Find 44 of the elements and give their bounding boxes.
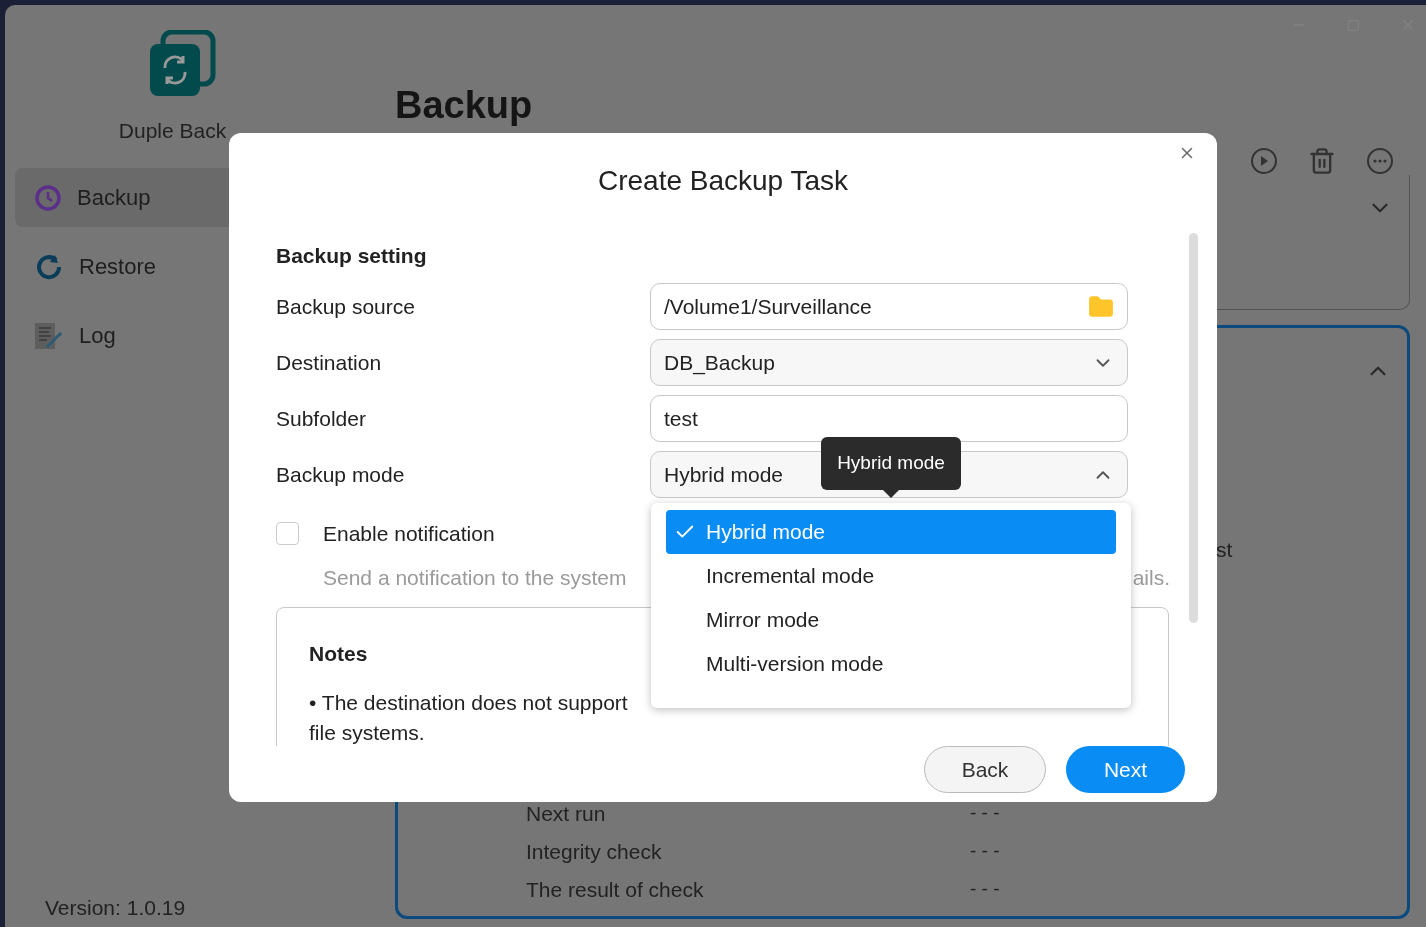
field-value: /Volume1/Surveillance: [664, 293, 872, 320]
option-label: Multi-version mode: [706, 651, 884, 678]
tooltip: Hybrid mode: [821, 437, 961, 498]
dropdown-option[interactable]: Multi-version mode: [666, 642, 1116, 686]
field-label: Destination: [276, 349, 383, 376]
path-field[interactable]: /Volume1/Surveillance: [650, 283, 1128, 330]
field-label: Backup mode: [276, 461, 406, 488]
back-button[interactable]: Back: [924, 746, 1046, 793]
detail-label: Integrity check: [526, 838, 663, 865]
option-label: Hybrid mode: [706, 519, 826, 546]
field-label: Backup source: [276, 293, 416, 320]
detail-label: Next run: [526, 800, 607, 827]
more-icon[interactable]: [1366, 147, 1394, 175]
clock-icon: [33, 182, 63, 213]
detail-value: - - -: [970, 839, 1000, 864]
folder-icon: [1088, 293, 1114, 320]
option-label: Incremental mode: [706, 563, 875, 590]
dialog-title: Create Backup Task: [597, 163, 849, 198]
notification-description: Send a notification to the system: [323, 564, 627, 591]
notes-text: • The destination does not support: [309, 689, 629, 716]
option-label: Mirror mode: [706, 607, 820, 634]
page-title: Backup: [395, 83, 533, 127]
section-heading: Backup setting: [276, 243, 427, 270]
delete-icon[interactable]: [1308, 147, 1336, 175]
checkbox[interactable]: [276, 522, 299, 546]
version-label: Version: 1.0.19: [45, 895, 186, 919]
detail-value: - - -: [970, 877, 1000, 902]
select-field[interactable]: DB_Backup: [650, 339, 1128, 386]
field-value: DB_Backup: [664, 349, 775, 377]
sync-logo-icon: [148, 30, 217, 98]
detail-value: - - -: [970, 801, 1000, 826]
play-icon[interactable]: [1250, 147, 1278, 175]
notification-description: ails.: [1132, 564, 1170, 591]
scrollbar-track[interactable]: [1189, 233, 1198, 623]
field-label: Subfolder: [276, 405, 367, 432]
field-value: Hybrid mode: [664, 461, 784, 488]
notes-title: Notes: [309, 642, 368, 665]
notes-text: file systems.: [309, 719, 426, 746]
app-name: Duple Back: [118, 117, 227, 144]
checkbox-label: Enable notification: [323, 521, 495, 547]
dropdown-option[interactable]: Incremental mode: [666, 554, 1116, 598]
detail-label: The result of check: [526, 876, 705, 903]
dropdown-option[interactable]: Mirror mode: [666, 598, 1116, 642]
card-text: st: [1216, 538, 1233, 561]
